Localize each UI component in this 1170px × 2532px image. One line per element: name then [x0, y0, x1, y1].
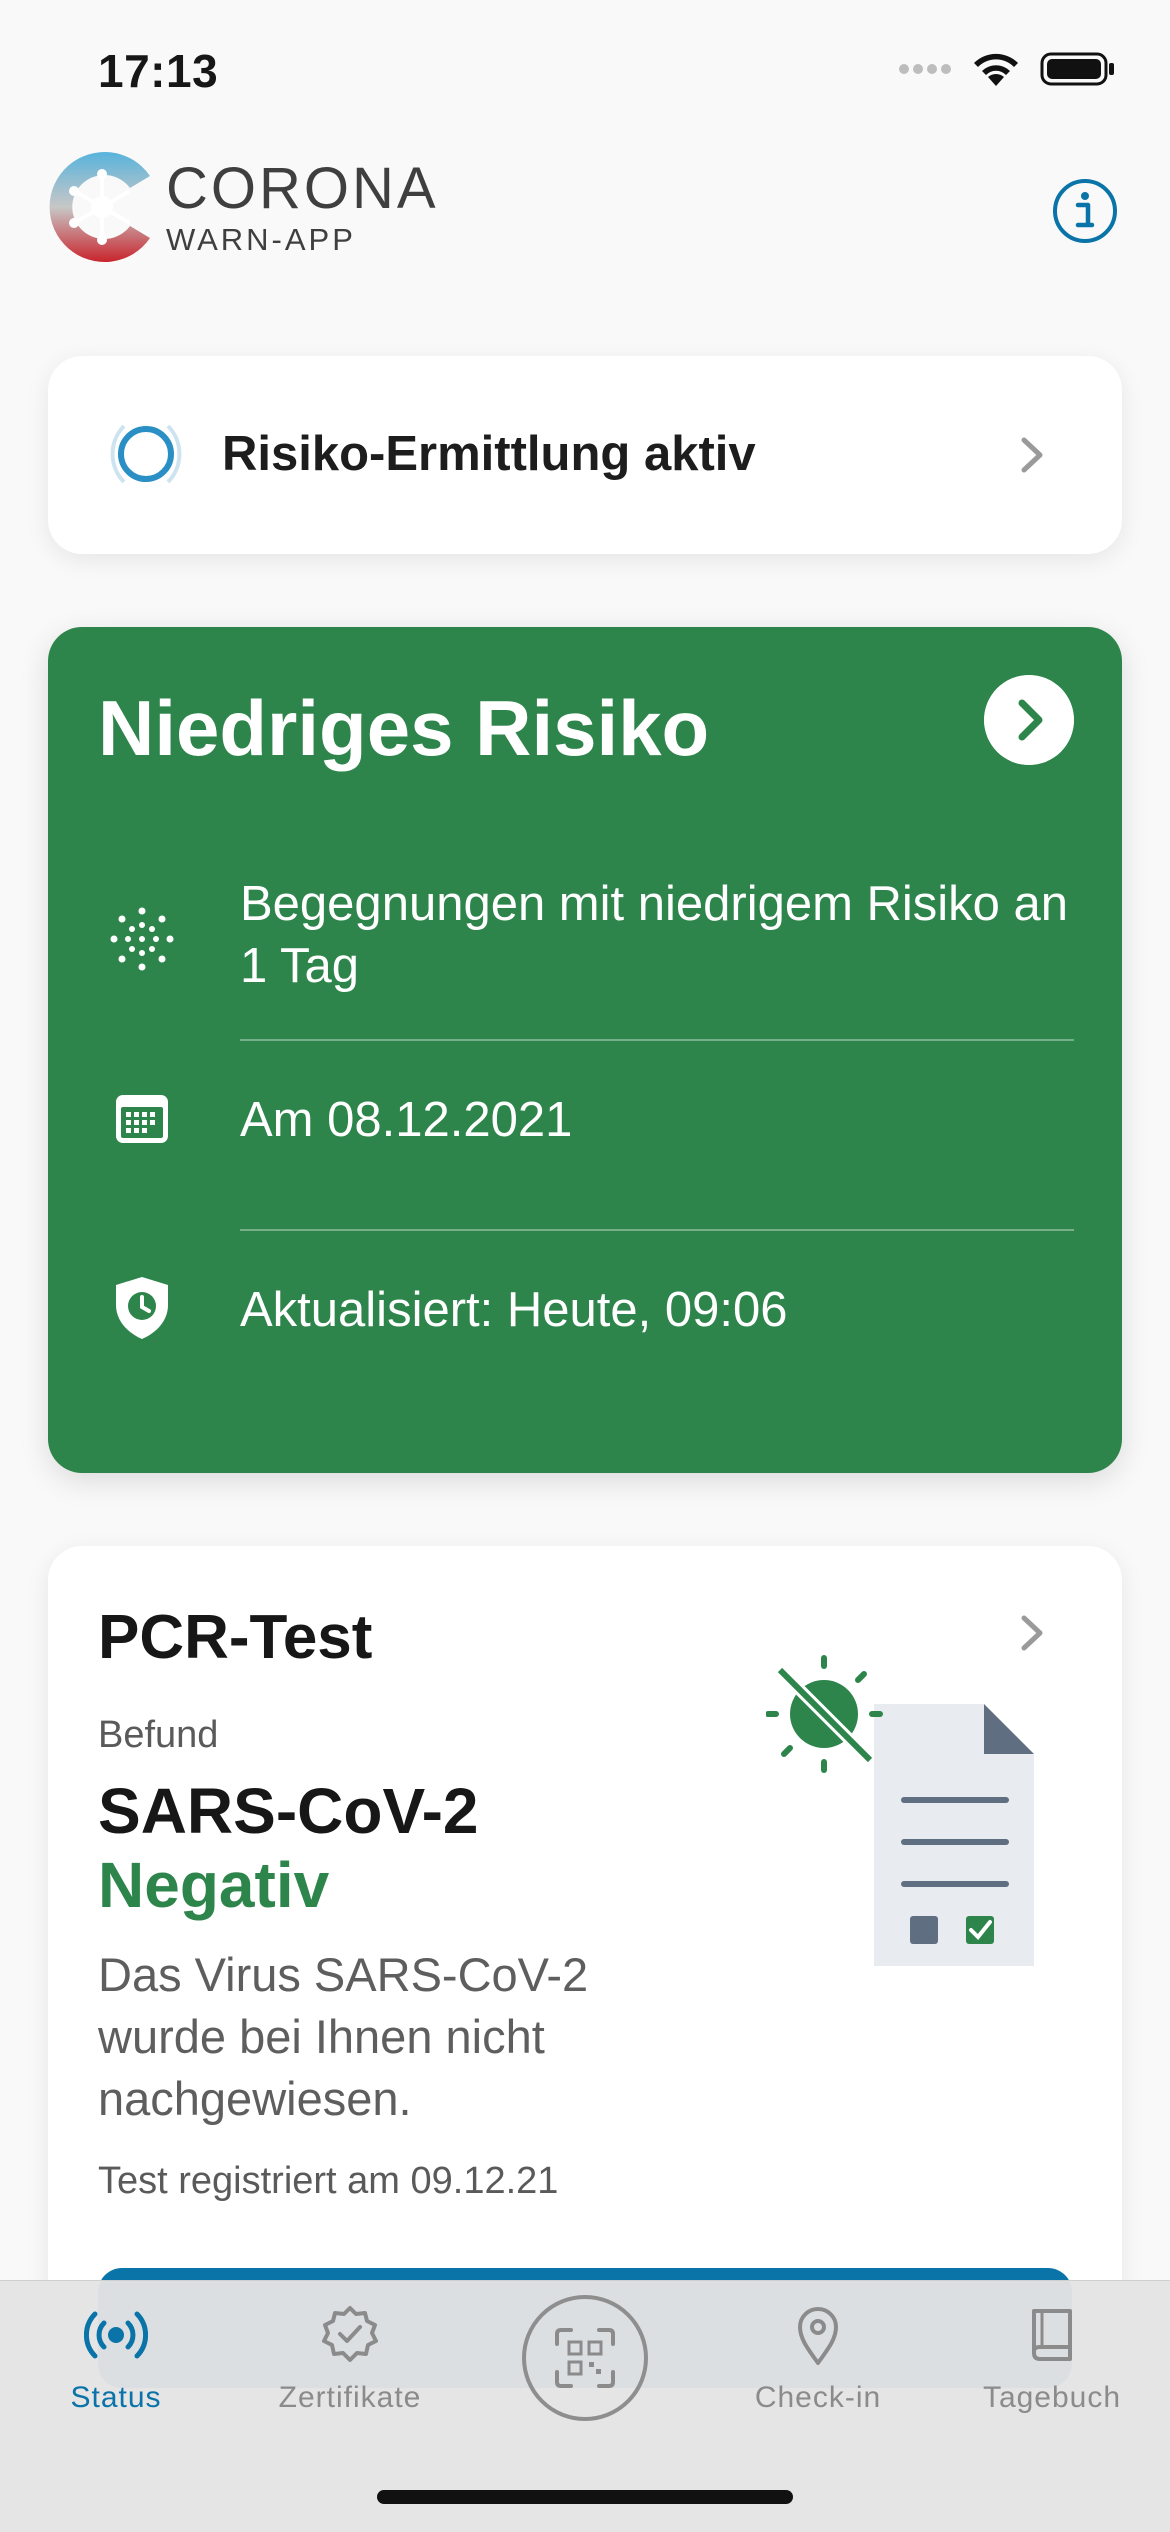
logo-line-1: CORONA	[166, 156, 439, 221]
test-title: PCR-Test	[98, 1603, 373, 1672]
risk-divider	[240, 1039, 1074, 1041]
risk-row-encounters: Begegnungen mit niedrigem Risiko an 1 Ta…	[48, 871, 1122, 1001]
certificate-badge-icon	[322, 2306, 378, 2362]
tab-label: Zertifikate	[278, 2381, 422, 2414]
virus-dots-icon	[110, 907, 174, 971]
risk-status-card[interactable]: Niedriges Risiko Begegnungen mit niedrig…	[48, 627, 1122, 1473]
befund-label: Befund	[98, 1714, 219, 1756]
tab-tagebuch[interactable]: Tagebuch	[952, 2303, 1152, 2415]
tab-status[interactable]: Status	[16, 2303, 216, 2415]
risk-details-chevron-icon[interactable]	[984, 675, 1074, 765]
book-icon	[1032, 2309, 1072, 2361]
chevron-right-icon	[1021, 437, 1043, 473]
tab-zertifikate[interactable]: Zertifikate	[250, 2303, 450, 2415]
tab-check-in[interactable]: Check-in	[718, 2303, 918, 2415]
risk-row-date: Am 08.12.2021	[48, 1047, 1122, 1197]
tab-label: Tagebuch	[982, 2381, 1122, 2414]
tab-label: Check-in	[754, 2381, 882, 2414]
calendar-icon	[116, 1095, 168, 1143]
broadcast-icon	[84, 2311, 148, 2359]
risk-date-text: Am 08.12.2021	[240, 1093, 573, 1147]
location-pin-icon	[798, 2307, 838, 2365]
wifi-icon	[974, 53, 1018, 86]
app-header: CORONA WARN-APP	[0, 140, 1170, 280]
clock: 17:13	[98, 45, 219, 97]
info-icon[interactable]	[1052, 178, 1118, 244]
qr-scan-icon	[555, 2328, 615, 2388]
tab-label: Status	[70, 2381, 162, 2414]
test-result: Negativ	[98, 1849, 330, 1921]
negative-test-document-icon	[766, 1655, 1034, 1966]
shield-clock-icon	[116, 1277, 168, 1339]
result-description: Das Virus SARS-CoV-2 wurde bei Ihnen nic…	[98, 1948, 589, 2125]
updated-text: Aktualisiert: Heute, 09:06	[240, 1283, 788, 1337]
risk-title: Niedriges Risiko	[98, 684, 710, 772]
encounters-text: Begegnungen mit niedrigem Risiko an 1 Ta…	[240, 877, 1069, 993]
home-indicator	[377, 2490, 793, 2504]
risk-divider	[240, 1229, 1074, 1231]
status-bar: 17:13	[0, 0, 1170, 140]
risk-detection-card[interactable]: Risiko-Ermittlung aktiv	[48, 356, 1122, 554]
signal-icon	[899, 64, 951, 74]
corona-warn-app-logo-icon	[49, 152, 151, 262]
registration-date: Test registriert am 09.12.21	[98, 2160, 559, 2202]
risk-detection-label: Risiko-Ermittlung aktiv	[222, 427, 756, 481]
chevron-right-icon	[1021, 1615, 1043, 1651]
logo-line-2: WARN-APP	[166, 222, 356, 257]
radar-ring-icon	[110, 424, 182, 484]
battery-icon	[1040, 52, 1114, 86]
qr-scan-button[interactable]	[522, 2295, 648, 2421]
app-logo-text: CORONA WARN-APP	[166, 160, 439, 258]
status-icons	[898, 50, 1116, 88]
risk-row-updated: Aktualisiert: Heute, 09:06	[48, 1237, 1122, 1387]
virus-name: SARS-CoV-2	[98, 1775, 479, 1847]
